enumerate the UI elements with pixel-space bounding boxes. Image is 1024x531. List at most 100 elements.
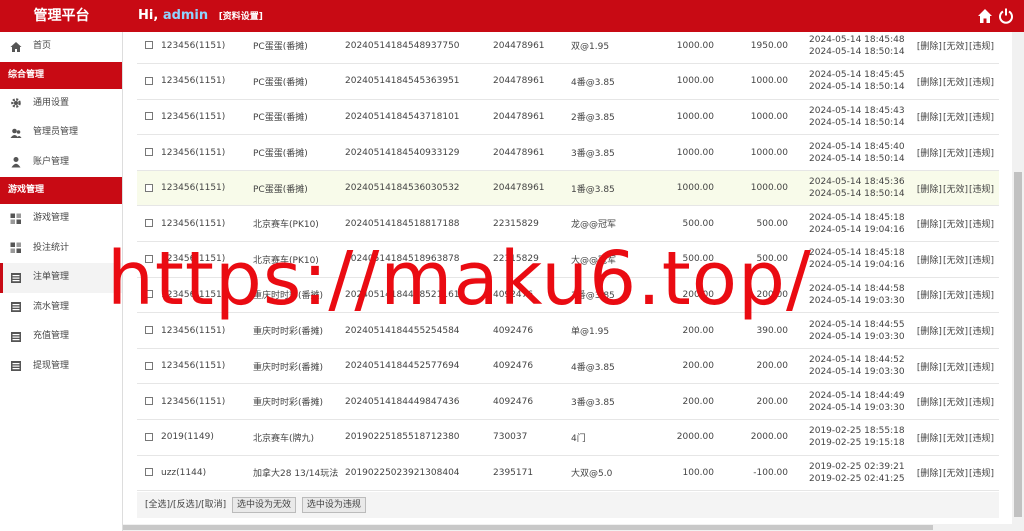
violation-link[interactable]: [违规] (969, 434, 994, 444)
table-row[interactable]: 123456(1151) 重庆时时彩(番摊) 2024051418445525458… (137, 312, 999, 349)
row-checkbox-cell[interactable] (137, 63, 161, 100)
violation-link[interactable]: [违规] (969, 256, 994, 266)
row-checkbox-cell[interactable] (137, 205, 161, 243)
power-icon[interactable] (998, 8, 1014, 24)
invalid-link[interactable]: [无效] (943, 78, 968, 88)
row-checkbox[interactable] (145, 361, 153, 370)
sidebar-item-bet-statistics[interactable]: 投注统计 (0, 234, 122, 264)
violation-link[interactable]: [违规] (969, 363, 994, 373)
table-row[interactable]: 123456(1151) PC蛋蛋(番摊) 20240514184543718101… (137, 99, 999, 136)
invalid-link[interactable]: [无效] (943, 398, 968, 408)
table-row[interactable]: 123456(1151) 重庆时时彩(番摊) 2024051418444984743… (137, 383, 999, 421)
invalid-link[interactable]: [无效] (943, 113, 968, 123)
invalid-link[interactable]: [无效] (943, 363, 968, 373)
delete-link[interactable]: [删除] (917, 434, 942, 444)
invalid-link[interactable]: [无效] (943, 469, 968, 479)
table-row[interactable]: 123456(1151) 北京赛车(PK10) 202405141845188171… (137, 205, 999, 243)
violation-link[interactable]: [违规] (969, 327, 994, 337)
row-checkbox[interactable] (145, 219, 153, 228)
violation-link[interactable]: [违规] (969, 291, 994, 301)
invalid-link[interactable]: [无效] (943, 185, 968, 195)
row-checkbox-cell[interactable] (137, 419, 161, 456)
vertical-scrollbar[interactable] (1012, 32, 1024, 531)
select-controls[interactable]: [全选]/[反选]/[取消] (145, 500, 226, 510)
invalid-link[interactable]: [无效] (943, 42, 968, 52)
invalid-link[interactable]: [无效] (943, 434, 968, 444)
table-row[interactable]: 123456(1151) PC蛋蛋(番摊) 20240514184548937750… (137, 32, 999, 65)
violation-link[interactable]: [违规] (969, 469, 994, 479)
table-row[interactable]: 123456(1151) 重庆时时彩(番摊) 2024051418445257769… (137, 348, 999, 385)
violation-link[interactable]: [违规] (969, 185, 994, 195)
violation-link[interactable]: [违规] (969, 398, 994, 408)
sidebar-item-recharge-management[interactable]: 充值管理 (0, 322, 122, 352)
row-checkbox[interactable] (145, 183, 153, 192)
home-icon[interactable] (977, 8, 993, 24)
invalid-link[interactable]: [无效] (943, 256, 968, 266)
row-checkbox[interactable] (145, 148, 153, 157)
horizontal-scrollbar-thumb[interactable] (123, 525, 933, 530)
table-row[interactable]: 123456(1151) 北京赛车(PK10) 202405141845189638… (137, 241, 999, 278)
sidebar-item-home[interactable]: 首页 (0, 32, 122, 62)
cell-bet: 4番@3.85 (571, 63, 649, 100)
sidebar-item-flow-management[interactable]: 流水管理 (0, 293, 122, 323)
row-checkbox-cell[interactable] (137, 348, 161, 385)
delete-link[interactable]: [删除] (917, 398, 942, 408)
invalid-link[interactable]: [无效] (943, 291, 968, 301)
set-violation-button[interactable]: 选中设为违规 (301, 496, 366, 513)
delete-link[interactable]: [删除] (917, 42, 942, 52)
row-checkbox[interactable] (145, 254, 153, 263)
table-row[interactable]: 123456(1151) PC蛋蛋(番摊) 20240514184536030532… (137, 170, 999, 207)
invalid-link[interactable]: [无效] (943, 220, 968, 230)
row-checkbox-cell[interactable] (137, 241, 161, 278)
violation-link[interactable]: [违规] (969, 113, 994, 123)
row-checkbox[interactable] (145, 468, 153, 477)
row-checkbox[interactable] (145, 397, 153, 406)
delete-link[interactable]: [删除] (917, 149, 942, 159)
sidebar-item-game-management[interactable]: 游戏管理 (0, 204, 122, 234)
row-checkbox-cell[interactable] (137, 134, 161, 171)
row-checkbox-cell[interactable] (137, 383, 161, 421)
username-link[interactable]: admin (163, 8, 208, 23)
row-checkbox-cell[interactable] (137, 99, 161, 136)
row-checkbox-cell[interactable] (137, 312, 161, 349)
delete-link[interactable]: [删除] (917, 291, 942, 301)
violation-link[interactable]: [违规] (969, 78, 994, 88)
sidebar-item-account-management[interactable]: 账户管理 (0, 148, 122, 178)
scrollbar-thumb[interactable] (1014, 172, 1022, 517)
row-checkbox-cell[interactable] (137, 455, 161, 492)
row-checkbox[interactable] (145, 326, 153, 335)
violation-link[interactable]: [违规] (969, 42, 994, 52)
profile-settings-link[interactable]: [资料设置] (219, 12, 263, 22)
sidebar-item-order-management[interactable]: 注单管理 (0, 263, 122, 293)
table-row[interactable]: 123456(1151) 重庆时时彩(番摊) 2024051418445852116… (137, 277, 999, 314)
invalid-link[interactable]: [无效] (943, 149, 968, 159)
row-checkbox[interactable] (145, 432, 153, 441)
row-checkbox[interactable] (145, 76, 153, 85)
invalid-link[interactable]: [无效] (943, 327, 968, 337)
row-checkbox-cell[interactable] (137, 277, 161, 314)
violation-link[interactable]: [违规] (969, 149, 994, 159)
delete-link[interactable]: [删除] (917, 469, 942, 479)
row-checkbox-cell[interactable] (137, 32, 161, 65)
set-invalid-button[interactable]: 选中设为无效 (232, 496, 297, 513)
row-checkbox[interactable] (145, 112, 153, 121)
row-checkbox[interactable] (145, 290, 153, 299)
delete-link[interactable]: [删除] (917, 113, 942, 123)
sidebar-item-withdraw-management[interactable]: 提现管理 (0, 352, 122, 382)
table-row[interactable]: uzz(1144) 加拿大28 13/14玩法 201902250239213084… (137, 455, 999, 492)
row-checkbox-cell[interactable] (137, 170, 161, 207)
sidebar-item-admin-management[interactable]: 管理员管理 (0, 118, 122, 148)
table-row[interactable]: 123456(1151) PC蛋蛋(番摊) 20240514184545363951… (137, 63, 999, 100)
violation-link[interactable]: [违规] (969, 220, 994, 230)
table-row[interactable]: 2019(1149) 北京赛车(牌九) 20190225185518712380 73… (137, 419, 999, 456)
row-checkbox[interactable] (145, 41, 153, 50)
delete-link[interactable]: [删除] (917, 220, 942, 230)
delete-link[interactable]: [删除] (917, 256, 942, 266)
table-row[interactable]: 123456(1151) PC蛋蛋(番摊) 20240514184540933129… (137, 134, 999, 171)
delete-link[interactable]: [删除] (917, 327, 942, 337)
delete-link[interactable]: [删除] (917, 185, 942, 195)
delete-link[interactable]: [删除] (917, 78, 942, 88)
delete-link[interactable]: [删除] (917, 363, 942, 373)
horizontal-scrollbar[interactable] (123, 524, 1012, 531)
sidebar-item-general-settings[interactable]: 通用设置 (0, 89, 122, 119)
